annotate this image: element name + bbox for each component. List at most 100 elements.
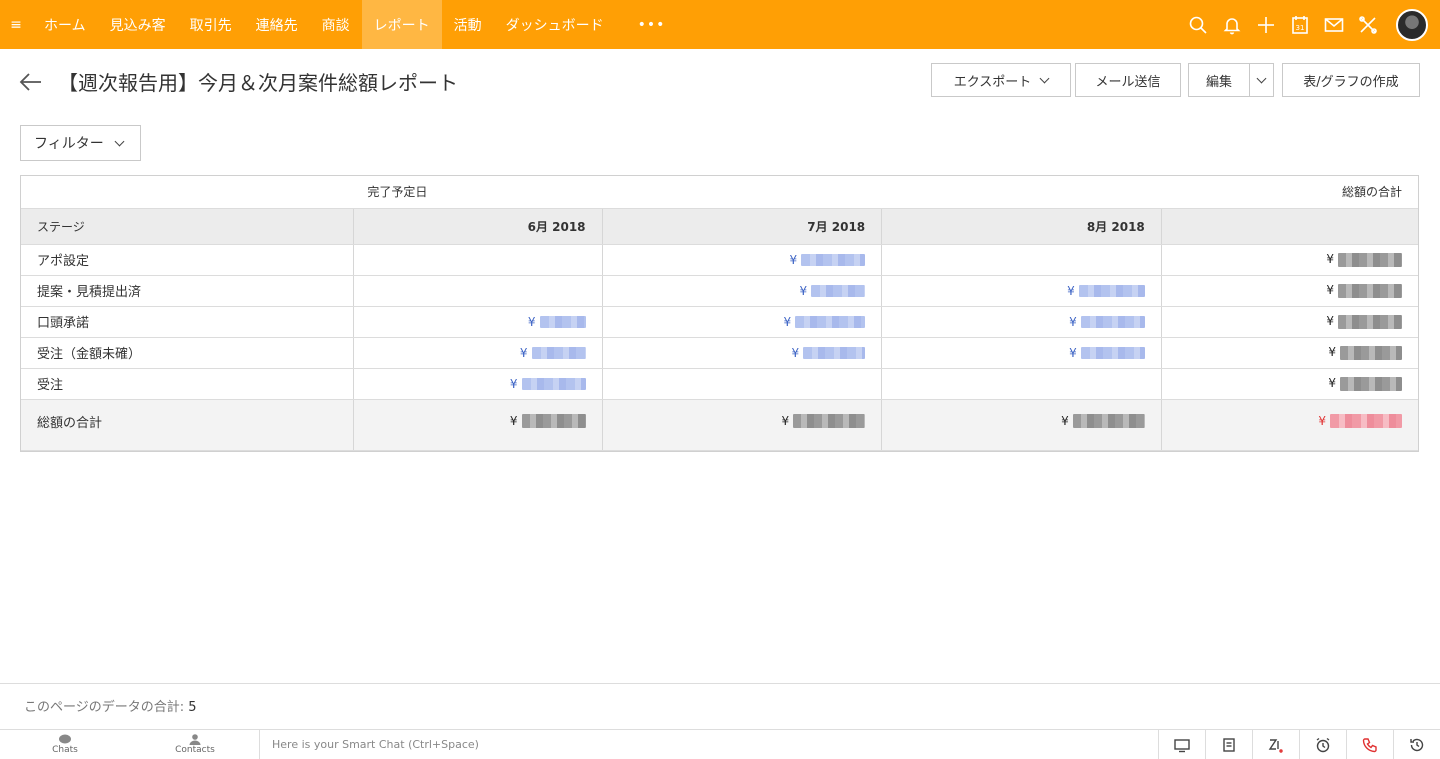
filter-dropdown[interactable]: フィルター	[20, 125, 141, 161]
table-cell[interactable]: ¥	[602, 306, 883, 338]
chat-bubble-icon	[59, 734, 71, 744]
chevron-down-icon	[114, 136, 125, 146]
table-cell[interactable]: ¥	[353, 306, 603, 338]
table-cell[interactable]: ¥	[602, 337, 883, 369]
nav-tab-activities[interactable]: 活動	[442, 0, 494, 49]
contacts-tab[interactable]: Contacts	[130, 730, 260, 759]
currency-symbol: ¥	[1318, 413, 1326, 428]
stage-label: 口頭承諾	[21, 306, 354, 338]
plus-icon[interactable]	[1250, 0, 1282, 49]
report-table: 完了予定日 総額の合計 ステージ 6月 2018 7月 2018 8月 2018…	[20, 175, 1419, 452]
filter-label: フィルター	[34, 136, 104, 152]
nav-tab-dashboards[interactable]: ダッシュボード	[494, 0, 616, 49]
grand-total-row: 総額の合計 ¥ ¥ ¥ ¥	[21, 399, 1418, 451]
user-avatar[interactable]	[1396, 8, 1428, 41]
nav-tab-reports[interactable]: レポート	[361, 0, 442, 49]
zia-icon[interactable]	[1252, 730, 1299, 759]
person-icon	[189, 734, 201, 745]
record-count-label: このページのデータの合計:	[24, 700, 185, 715]
menu-icon[interactable]: ≡	[0, 0, 32, 49]
record-count: このページのデータの合計: 5	[24, 696, 197, 715]
table-cell[interactable]: ¥	[353, 368, 603, 400]
table-cell: ¥	[1161, 306, 1418, 338]
total-caption: 総額の合計	[1161, 176, 1418, 209]
redacted-amount	[531, 347, 586, 359]
redacted-amount	[795, 316, 866, 328]
table-cell	[881, 368, 1162, 400]
table-cell: ¥	[1161, 244, 1418, 276]
table-row: 受注 ¥ ¥	[21, 368, 1418, 400]
redacted-amount	[1072, 414, 1145, 428]
redacted-amount	[811, 285, 866, 297]
table-cell	[353, 275, 603, 307]
table-cell[interactable]: ¥	[881, 275, 1162, 307]
record-count-value: 5	[188, 700, 197, 715]
edit-options-dropdown[interactable]	[1249, 63, 1274, 97]
back-arrow-icon[interactable]	[18, 70, 44, 94]
calendar-icon[interactable]: 31	[1284, 0, 1316, 49]
currency-symbol: ¥	[1326, 283, 1334, 298]
smart-chat-input[interactable]: Here is your Smart Chat (Ctrl+Space)	[259, 730, 1155, 759]
mail-icon[interactable]	[1318, 0, 1350, 49]
export-button[interactable]: エクスポート	[931, 63, 1071, 97]
table-row: 口頭承諾 ¥ ¥ ¥ ¥	[21, 306, 1418, 338]
edit-button[interactable]: 編集	[1188, 63, 1250, 97]
setup-tools-icon[interactable]	[1352, 0, 1384, 49]
table-cell	[602, 368, 883, 400]
notes-icon[interactable]	[1205, 730, 1252, 759]
create-chart-button[interactable]: 表/グラフの作成	[1282, 63, 1420, 97]
redacted-amount	[1080, 347, 1145, 359]
currency-symbol: ¥	[1326, 252, 1334, 267]
calendar-day-text: 31	[1296, 24, 1305, 32]
grand-total-label: 総額の合計	[21, 399, 354, 451]
history-icon[interactable]	[1393, 730, 1440, 759]
chat-bar: Chats Contacts Here is your Smart Chat (…	[0, 729, 1440, 759]
alarm-clock-icon[interactable]	[1299, 730, 1346, 759]
table-cell: ¥	[1161, 337, 1418, 369]
table-cell[interactable]: ¥	[881, 337, 1162, 369]
screen-share-icon[interactable]	[1158, 730, 1205, 759]
table-cell: ¥	[1161, 399, 1418, 451]
phone-icon[interactable]	[1346, 730, 1393, 759]
table-cell[interactable]: ¥	[602, 244, 883, 276]
chevron-down-icon	[1039, 73, 1050, 83]
currency-symbol: ¥	[1061, 413, 1069, 428]
edit-button-label: 編集	[1205, 74, 1232, 90]
table-cell	[881, 244, 1162, 276]
table-cell[interactable]: ¥	[602, 275, 883, 307]
nav-tab-contacts[interactable]: 連絡先	[244, 0, 310, 49]
redacted-amount	[539, 316, 586, 328]
chat-bar-icons	[1158, 730, 1440, 759]
contacts-tab-label: Contacts	[175, 745, 215, 755]
currency-symbol: ¥	[1326, 314, 1334, 329]
nav-tab-accounts[interactable]: 取引先	[178, 0, 244, 49]
currency-symbol: ¥	[519, 345, 528, 360]
nav-tab-home[interactable]: ホーム	[32, 0, 98, 49]
stage-label: アポ設定	[21, 244, 354, 276]
currency-symbol: ¥	[783, 314, 792, 329]
chats-tab[interactable]: Chats	[0, 730, 130, 759]
redacted-amount	[1340, 345, 1402, 360]
redacted-amount	[1340, 376, 1402, 391]
nav-tab-leads[interactable]: 見込み客	[98, 0, 178, 49]
search-icon[interactable]	[1182, 0, 1214, 49]
nav-tab-deals[interactable]: 商談	[310, 0, 362, 49]
stage-label: 受注（金額未確）	[21, 337, 354, 369]
chats-tab-label: Chats	[52, 745, 78, 755]
currency-symbol: ¥	[1069, 345, 1077, 360]
redacted-amount	[1338, 314, 1402, 329]
table-row: 受注（金額未確） ¥ ¥ ¥ ¥	[21, 337, 1418, 369]
table-cell	[353, 244, 603, 276]
redacted-amount	[801, 254, 866, 266]
redacted-amount	[1338, 252, 1402, 267]
redacted-amount	[1080, 316, 1145, 328]
column-header-jul-2018: 7月 2018	[602, 208, 883, 245]
currency-symbol: ¥	[799, 283, 808, 298]
nav-utility-icons: 31	[1182, 0, 1440, 49]
table-cell[interactable]: ¥	[881, 306, 1162, 338]
redacted-amount	[803, 347, 866, 359]
send-email-button[interactable]: メール送信	[1075, 63, 1181, 97]
table-cell[interactable]: ¥	[353, 337, 603, 369]
nav-more-button[interactable]: •••	[638, 17, 666, 33]
bell-icon[interactable]	[1216, 0, 1248, 49]
